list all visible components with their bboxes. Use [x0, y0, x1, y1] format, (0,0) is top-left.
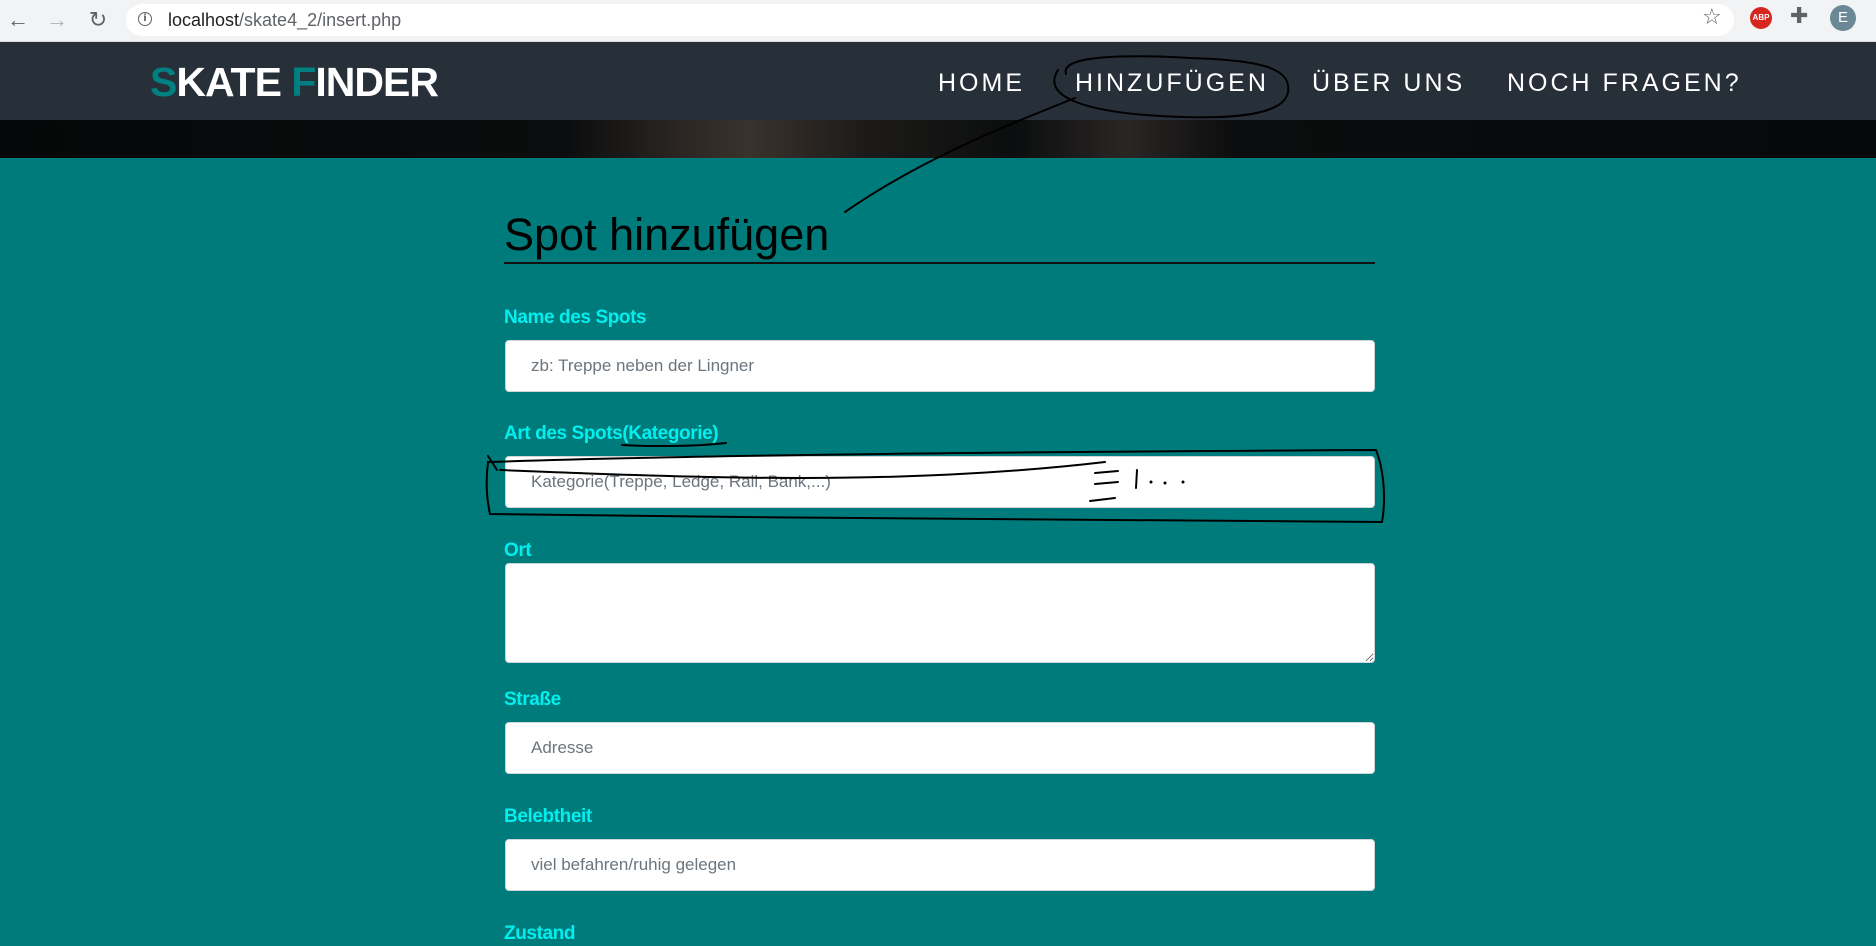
address-bar[interactable]: i localhost/skate4_2/insert.php: [126, 4, 1734, 36]
nav-about[interactable]: ÜBER UNS: [1312, 68, 1465, 98]
forward-arrow-icon[interactable]: →: [41, 4, 73, 36]
busyness-input[interactable]: [505, 839, 1375, 891]
nav-add[interactable]: HINZUFÜGEN: [1075, 68, 1269, 98]
name-label: Name des Spots: [504, 307, 647, 328]
main-nav: HOME HINZUFÜGEN ÜBER UNS NOCH FRAGEN?: [0, 68, 1876, 98]
site-header: SKATE FINDER HOME HINZUFÜGEN ÜBER UNS NO…: [0, 42, 1876, 120]
nav-home[interactable]: HOME: [938, 68, 1025, 98]
category-label: Art des Spots(Kategorie): [504, 423, 719, 444]
bookmark-star-icon[interactable]: ☆: [1702, 5, 1722, 30]
page-title: Spot hinzufügen: [504, 209, 830, 260]
back-arrow-icon[interactable]: ←: [2, 4, 34, 36]
street-input[interactable]: [505, 722, 1375, 774]
reload-icon[interactable]: ↻: [82, 4, 114, 36]
url-path: /skate4_2/insert.php: [239, 10, 402, 30]
site-info-icon[interactable]: i: [138, 12, 152, 26]
hero-image-strip: [0, 120, 1876, 158]
nav-questions[interactable]: NOCH FRAGEN?: [1507, 68, 1742, 98]
condition-label: Zustand: [504, 923, 576, 944]
category-input[interactable]: [505, 456, 1375, 508]
street-label: Straße: [504, 689, 561, 710]
annotation-cross-mark: [487, 455, 498, 471]
spot-name-input[interactable]: [505, 340, 1375, 392]
location-textarea[interactable]: [505, 563, 1375, 663]
url-text[interactable]: localhost/skate4_2/insert.php: [168, 11, 401, 29]
extensions-puzzle-icon[interactable]: ✚: [1790, 4, 1808, 29]
profile-avatar[interactable]: E: [1830, 5, 1856, 31]
title-divider: [504, 262, 1375, 264]
browser-toolbar: ← → ↻ i localhost/skate4_2/insert.php ☆ …: [0, 0, 1876, 42]
url-host: localhost: [168, 10, 240, 30]
location-label: Ort: [504, 540, 532, 561]
adblock-icon[interactable]: ABP: [1750, 7, 1772, 29]
busyness-label: Belebtheit: [504, 806, 592, 827]
